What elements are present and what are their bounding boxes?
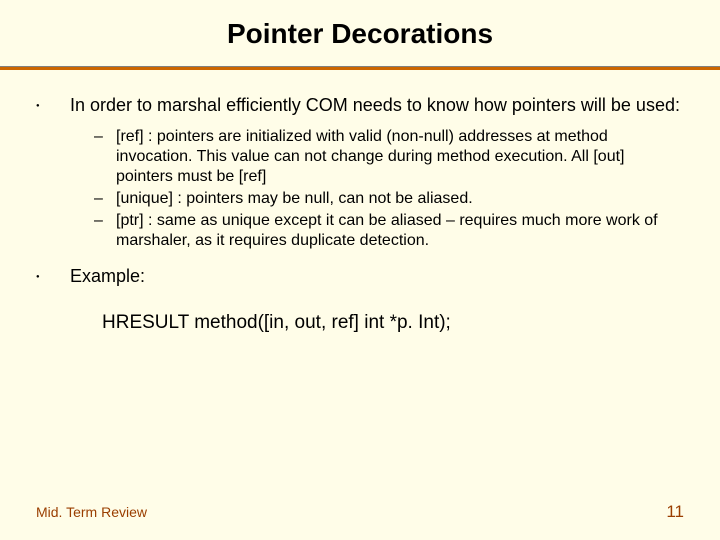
subbullet-text: [unique] : pointers may be null, can not… [116, 189, 676, 209]
subbullet-item: – [ptr] : same as unique except it can b… [94, 211, 676, 251]
slide: Pointer Decorations In order to marshal … [0, 0, 720, 540]
slide-content: In order to marshal efficiently COM need… [0, 94, 720, 334]
bullet-item: Example: [34, 265, 686, 292]
subbullet-marker: – [94, 189, 116, 209]
subbullet-text: [ptr] : same as unique except it can be … [116, 211, 676, 251]
bullet-marker [34, 94, 70, 121]
bullet-text: In order to marshal efficiently COM need… [70, 94, 686, 117]
footer-page-number: 11 [666, 502, 684, 522]
subbullet-marker: – [94, 211, 116, 231]
bullet-text: Example: [70, 265, 686, 288]
title-divider [0, 66, 720, 70]
slide-footer: Mid. Term Review 11 [36, 502, 684, 522]
bullet-item: In order to marshal efficiently COM need… [34, 94, 686, 121]
subbullet-list: – [ref] : pointers are initialized with … [94, 127, 676, 251]
subbullet-item: – [unique] : pointers may be null, can n… [94, 189, 676, 209]
footer-title: Mid. Term Review [36, 504, 147, 520]
bullet-marker [34, 265, 70, 292]
subbullet-marker: – [94, 127, 116, 147]
example-code: HRESULT method([in, out, ref] int *p. In… [102, 312, 686, 334]
subbullet-text: [ref] : pointers are initialized with va… [116, 127, 676, 187]
subbullet-item: – [ref] : pointers are initialized with … [94, 127, 676, 187]
slide-title: Pointer Decorations [0, 0, 720, 56]
